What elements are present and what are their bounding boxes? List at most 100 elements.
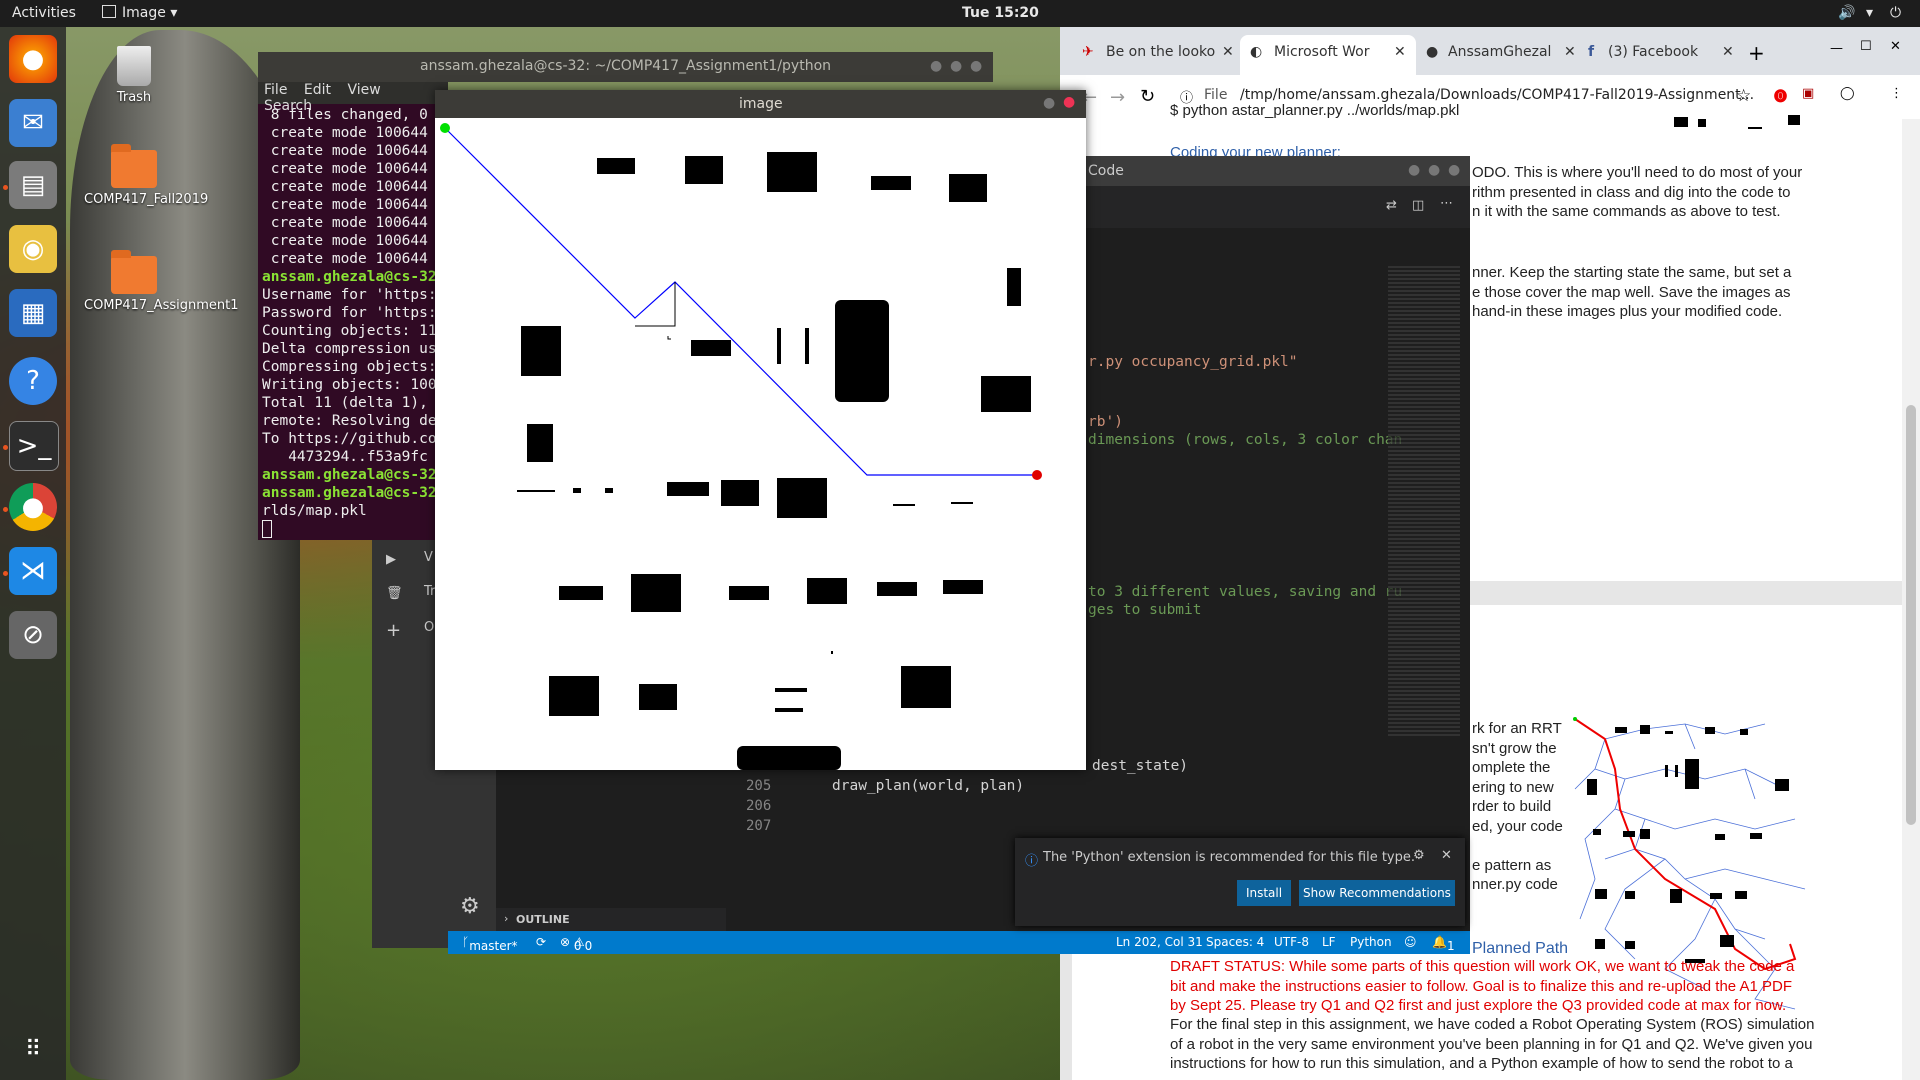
compare-icon[interactable]: ⇄ — [1386, 198, 1397, 213]
running-indicator — [3, 507, 8, 512]
rhythmbox-icon[interactable]: ◉ — [9, 225, 57, 273]
indentation[interactable]: Spaces: 4 — [1206, 935, 1264, 949]
chrome-tab-active[interactable]: ◐ Microsoft Wor ✕ — [1240, 35, 1416, 75]
add-icon[interactable]: + — [386, 620, 401, 641]
problems-indicator[interactable]: ⊗ 0 ⚠ 0 — [560, 935, 592, 953]
close-icon[interactable]: ● — [1063, 94, 1075, 110]
terminal-line: create mode 100644 — [262, 233, 428, 249]
text-line: For the final step in this assignment, w… — [1170, 1016, 1815, 1033]
minimap[interactable] — [1388, 266, 1460, 736]
reload-icon[interactable]: ↻ — [1140, 86, 1155, 107]
chrome-tab[interactable]: f (3) Facebook ✕ ✕ — [1582, 35, 1742, 75]
terminal-line: Compressing objects: — [262, 359, 437, 375]
thunderbird-icon[interactable]: ✉ — [9, 99, 57, 147]
chevron-right-icon: › — [504, 912, 509, 925]
app-menu[interactable]: Image ▾ — [102, 5, 177, 21]
extension-view-icon[interactable]: ▶ — [386, 552, 396, 567]
activities-button[interactable]: Activities — [12, 5, 76, 21]
desktop-icon-folder[interactable]: COMP417_Fall2019 — [84, 144, 208, 207]
git-branch[interactable]: ᚴ master* — [462, 935, 518, 953]
show-recommendations-button[interactable]: Show Recommendations — [1299, 880, 1455, 906]
trash-icon[interactable]: 🗑 — [386, 586, 403, 601]
line-ending[interactable]: LF — [1322, 935, 1336, 949]
github-icon: ● — [1426, 44, 1439, 60]
desktop-icon-trash[interactable]: Trash — [84, 46, 184, 105]
close-icon[interactable]: ✕ — [1394, 44, 1406, 60]
terminal-line: create mode 100644 — [262, 215, 428, 231]
close-icon[interactable]: ● — [970, 58, 982, 74]
chrome-tab[interactable]: ● AnssamGhezal ✕ — [1420, 35, 1580, 75]
minimize-icon[interactable]: ● — [930, 58, 942, 74]
image-window-titlebar[interactable]: image ● ● — [435, 90, 1086, 118]
help-icon[interactable]: ? — [9, 357, 57, 405]
forward-icon[interactable]: → — [1110, 87, 1125, 108]
language-mode[interactable]: Python — [1350, 935, 1392, 949]
sidebar-label: O — [424, 620, 435, 635]
extension-icon[interactable]: ▣ — [1802, 86, 1814, 101]
scrollbar-thumb[interactable] — [1906, 405, 1916, 825]
gear-icon[interactable]: ⚙ — [1413, 848, 1425, 863]
sidebar-label: Tr — [424, 584, 436, 599]
writer-icon[interactable]: ▦ — [9, 289, 57, 337]
occupancy-map-canvas[interactable] — [435, 118, 1086, 770]
install-button[interactable]: Install — [1237, 880, 1291, 906]
folder-icon — [111, 250, 157, 294]
text-line: n it with the same commands as above to … — [1472, 203, 1781, 220]
bookmark-star-icon[interactable]: ☆ — [1736, 86, 1751, 106]
scrollbar[interactable] — [1902, 119, 1920, 1080]
new-tab-icon[interactable]: + — [1748, 41, 1765, 65]
line-number: 206 — [746, 798, 772, 814]
profile-avatar[interactable]: ◯ — [1840, 86, 1855, 101]
more-actions-icon[interactable]: ⋯ — [1440, 196, 1453, 211]
notification-count: 1 — [1446, 939, 1455, 953]
terminal-icon[interactable]: >_ — [9, 421, 59, 471]
feedback-icon[interactable]: ☺ — [1404, 935, 1417, 949]
minimize-icon[interactable]: — — [1830, 41, 1843, 56]
menu-file[interactable]: File — [264, 82, 287, 98]
chrome-tab[interactable]: ✈ Be on the looko ✕ — [1078, 35, 1238, 75]
show-applications-icon[interactable]: ⠿ — [9, 1025, 57, 1073]
volume-icon[interactable]: 🔊 — [1838, 5, 1855, 21]
code-editor[interactable]: r.py occupancy_grid.pkl" rb') dimensions… — [1088, 156, 1402, 618]
running-indicator — [3, 185, 8, 190]
cursor-position[interactable]: Ln 202, Col 31 — [1116, 935, 1203, 949]
settings-menu-chevron-icon[interactable]: ▾ — [1866, 5, 1873, 21]
split-editor-icon[interactable]: ◫ — [1412, 198, 1424, 213]
line-number: 207 — [746, 818, 772, 834]
notifications-bell[interactable]: 🔔 1 — [1432, 935, 1455, 953]
chrome-menu-icon[interactable]: ⋮ — [1890, 86, 1903, 101]
terminal-titlebar[interactable]: anssam.ghezala@cs-32: ~/COMP417_Assignme… — [258, 52, 993, 82]
desktop-icon-folder[interactable]: COMP417_Assignment1 — [84, 250, 239, 313]
vscode-icon[interactable]: ⋊ — [9, 547, 57, 595]
firefox-icon[interactable]: ● — [9, 35, 57, 83]
tab-title: Microsoft Wor — [1274, 44, 1370, 60]
code-line: to 3 different values, saving and ru — [1088, 584, 1403, 600]
top-bar: Activities Image ▾ Tue 15:20 🔊 ▾ ⏻ — [0, 0, 1920, 27]
terminal-line: create mode 100644 — [262, 125, 428, 141]
menu-edit[interactable]: Edit — [304, 82, 331, 98]
files-icon[interactable]: ▤ — [9, 161, 57, 209]
gear-icon[interactable]: ⚙ — [460, 894, 480, 919]
text-line: by Sept 25. Please try Q1 and Q2 first a… — [1170, 997, 1787, 1014]
extension-icon[interactable]: ⓿ — [1774, 86, 1787, 105]
close-icon[interactable]: ✕ — [1441, 848, 1452, 863]
maximize-icon[interactable]: ● — [950, 58, 962, 74]
close-window-icon[interactable]: ✕ — [1890, 39, 1901, 54]
chrome-icon[interactable]: ● — [9, 483, 57, 531]
close-icon[interactable]: ✕ — [1564, 44, 1576, 60]
encoding[interactable]: UTF-8 — [1274, 935, 1309, 949]
section-heading: Planned Path — [1472, 940, 1569, 957]
close-icon[interactable]: ✕ — [1722, 44, 1734, 60]
power-icon[interactable]: ⏻ — [1890, 5, 1901, 21]
blocked-app-icon[interactable]: ⊘ — [9, 611, 57, 659]
maximize-icon[interactable]: ☐ — [1860, 39, 1872, 54]
sync-icon[interactable]: ⟳ — [536, 935, 546, 949]
clock[interactable]: Tue 15:20 — [962, 5, 1039, 21]
menu-view[interactable]: View — [347, 82, 380, 98]
close-icon[interactable]: ✕ — [1222, 44, 1234, 60]
close-icon[interactable]: ● — [1448, 162, 1460, 178]
maximize-icon[interactable]: ● — [1428, 162, 1440, 178]
minimize-icon[interactable]: ● — [1408, 162, 1420, 178]
minimize-icon[interactable]: ● — [1043, 95, 1055, 111]
outline-panel-header[interactable]: › OUTLINE — [496, 908, 726, 931]
